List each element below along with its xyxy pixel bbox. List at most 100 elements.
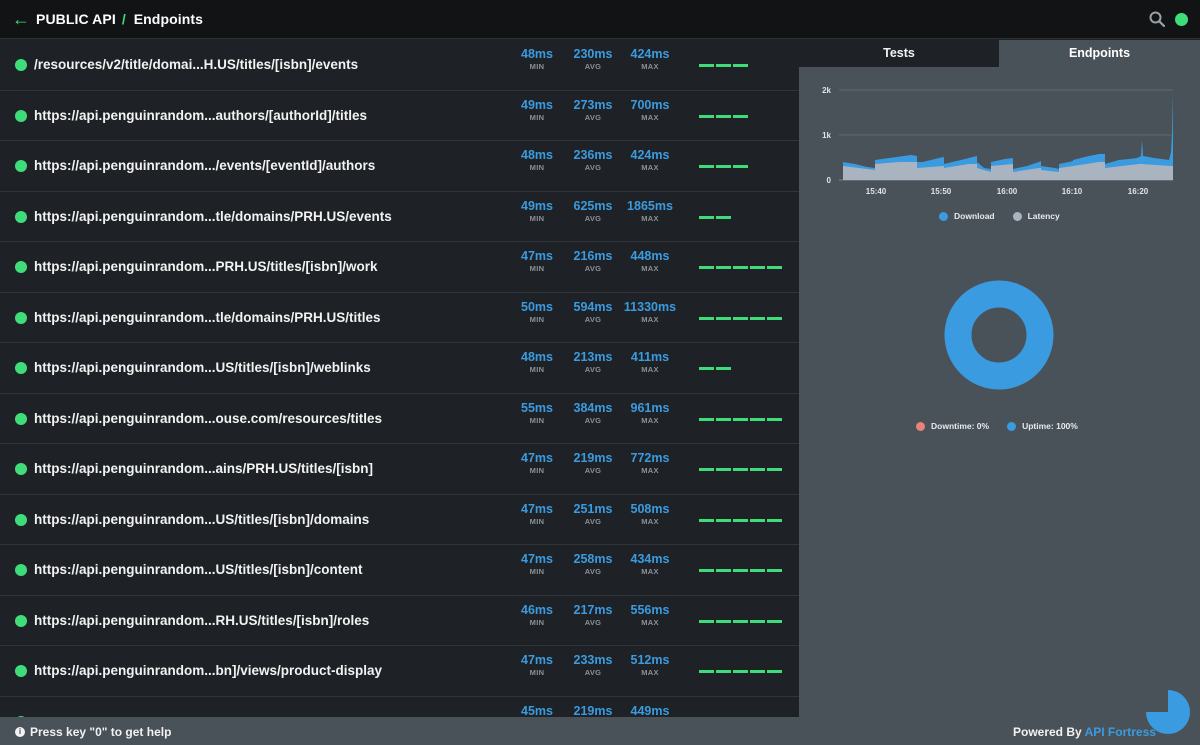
metric-unit: ms	[594, 552, 613, 566]
back-arrow-icon[interactable]: ←	[12, 10, 34, 28]
info-icon: i	[15, 727, 25, 737]
metric-min-label: MIN	[529, 314, 545, 324]
metric-min-value: 50	[521, 299, 535, 314]
legend-download[interactable]: Download	[939, 211, 995, 221]
endpoint-row[interactable]: https://api.penguinrandom...US/titles/[i…	[0, 343, 799, 394]
endpoint-row[interactable]: /resources/v2/title/domai...H.US/titles/…	[0, 40, 799, 91]
metric-min: 47ms MIN	[507, 502, 567, 526]
metric-avg: 236ms AVG	[563, 148, 623, 172]
status-history-bar	[767, 266, 782, 269]
endpoint-url[interactable]: https://api.penguinrandom...bn]/views/pr…	[34, 663, 382, 678]
status-history-bar	[733, 165, 748, 168]
search-icon[interactable]	[1149, 11, 1165, 27]
endpoint-row[interactable]: https://api.penguinrandom...tle/domains/…	[0, 293, 799, 343]
endpoint-row[interactable]: https://api.penguinrandom...ains/PRH.US/…	[0, 444, 799, 495]
endpoint-url[interactable]: https://api.penguinrandom...US/titles/[i…	[34, 562, 363, 577]
footer: i Press key "0" to get help Powered By A…	[0, 717, 1200, 745]
status-history-bars	[699, 215, 731, 219]
status-history-bar	[750, 670, 765, 673]
status-history-bar	[733, 417, 748, 421]
status-history-bar	[750, 316, 765, 320]
metric-unit: ms	[534, 350, 553, 364]
endpoint-row[interactable]: https://api.penguinrandom...tle/domains/…	[0, 192, 799, 242]
endpoint-row[interactable]: https://api.penguinrandom...US/titles/[i…	[0, 545, 799, 596]
endpoint-url[interactable]: https://api.penguinrandom...tle/domains/…	[34, 310, 381, 325]
metric-avg: 230ms AVG	[563, 47, 623, 71]
status-history-bars	[699, 64, 748, 67]
powered-prefix: Powered By	[1013, 725, 1082, 739]
metric-unit: ms	[651, 451, 670, 465]
metric-min: 50ms MIN	[507, 300, 567, 324]
metric-avg-value: 233	[573, 653, 595, 667]
metric-max-label: MAX	[641, 466, 659, 475]
status-history-bars	[699, 114, 748, 118]
metric-unit: ms	[651, 47, 670, 61]
api-fortress-logo-icon[interactable]	[1144, 688, 1192, 736]
status-dot	[15, 59, 27, 71]
status-dot	[15, 160, 27, 172]
status-history-bar	[699, 64, 714, 67]
status-history-bar	[767, 518, 782, 522]
status-history-bar	[767, 417, 782, 421]
endpoint-url[interactable]: https://api.penguinrandom...PRH.US/title…	[34, 259, 378, 274]
metric-avg: 258ms AVG	[563, 552, 623, 576]
endpoint-url[interactable]: https://api.penguinrandom...tle/domains/…	[34, 209, 392, 224]
legend-uptime[interactable]: Uptime: 100%	[1007, 421, 1078, 431]
metric-avg-label: AVG	[584, 415, 602, 425]
metric-avg: 594ms AVG	[563, 300, 623, 324]
metric-unit: ms	[651, 350, 670, 364]
tab-endpoints[interactable]: Endpoints	[999, 40, 1200, 67]
status-history-bars	[699, 518, 782, 522]
legend-download-swatch	[939, 211, 948, 221]
status-history-bar	[750, 569, 765, 572]
metric-min: 49ms MIN	[507, 199, 567, 223]
help-text: Press key "0" to get help	[30, 725, 172, 739]
endpoint-url[interactable]: https://api.penguinrandom...US/titles/[i…	[34, 512, 369, 527]
status-history-bar	[716, 367, 731, 370]
endpoint-row[interactable]: https://api.penguinrandom...bn]/views/pr…	[0, 646, 799, 697]
status-history-bar	[716, 569, 731, 572]
metric-min-label: MIN	[529, 567, 545, 576]
endpoint-url[interactable]: https://api.penguinrandom...US/titles/[i…	[34, 360, 371, 375]
status-history-bars	[699, 316, 782, 320]
metric-max-value: 434	[630, 552, 652, 566]
endpoint-url[interactable]: https://api.penguinrandom...RH.US/titles…	[34, 613, 369, 628]
endpoint-row[interactable]: https://api.penguinrandom...US/titles/[i…	[0, 495, 799, 545]
metric-unit: ms	[534, 501, 553, 516]
metric-min-value: 48	[521, 350, 535, 364]
metric-min-value: 47	[521, 552, 535, 566]
endpoint-url[interactable]: https://api.penguinrandom...authors/[aut…	[34, 108, 367, 123]
metric-max-value: 11330	[623, 299, 658, 314]
endpoint-row[interactable]: https://api.penguinrandom...PRH.US/title…	[0, 242, 799, 293]
endpoint-url[interactable]: https://api.penguinrandom...ouse.com/res…	[34, 411, 382, 426]
endpoint-url[interactable]: /resources/v2/title/domai...H.US/titles/…	[34, 57, 358, 72]
endpoint-url[interactable]: https://api.penguinrandom.../events/[eve…	[34, 158, 375, 173]
legend-latency[interactable]: Latency	[1012, 211, 1060, 221]
status-history-bar	[733, 114, 748, 118]
legend-downtime[interactable]: Downtime: 0%	[916, 421, 989, 431]
area-chart-legend: Download Latency	[939, 211, 1060, 221]
metric-avg: 273ms AVG	[563, 98, 623, 122]
status-history-bar	[750, 266, 765, 269]
metric-min-value: 47	[521, 451, 535, 465]
endpoint-row[interactable]: https://api.penguinrandom...RH.US/titles…	[0, 596, 799, 646]
endpoint-row[interactable]: https://api.penguinrandom.../events/[eve…	[0, 141, 799, 192]
metric-avg: 213ms AVG	[563, 350, 623, 374]
metric-min-label: MIN	[529, 365, 545, 374]
metric-min: 46ms MIN	[507, 603, 567, 627]
powered-by: Powered By API Fortress	[1013, 725, 1156, 739]
metric-avg-value: 251	[573, 501, 595, 516]
metric-max: 434ms MAX	[620, 552, 680, 576]
panel-tabs: Tests Endpoints	[799, 40, 1200, 67]
endpoint-row[interactable]: https://api.penguinrandom...ouse.com/res…	[0, 394, 799, 444]
metric-min: 45ms MIN	[507, 704, 567, 718]
endpoint-url[interactable]: https://api.penguinrandom...ains/PRH.US/…	[34, 461, 373, 476]
breadcrumb-root[interactable]: PUBLIC API	[36, 11, 116, 27]
status-history-bar	[716, 266, 731, 269]
metric-max-label: MAX	[641, 112, 659, 122]
endpoint-row[interactable]: https://api.penguinrandom...authors/[aut…	[0, 91, 799, 141]
metric-avg: 219ms AVG	[563, 704, 623, 718]
endpoint-row[interactable]: 45ms MIN 219ms AVG 449ms MAX	[0, 697, 799, 718]
tab-tests[interactable]: Tests	[799, 40, 999, 67]
x-tick-label: 15:50	[931, 187, 952, 196]
